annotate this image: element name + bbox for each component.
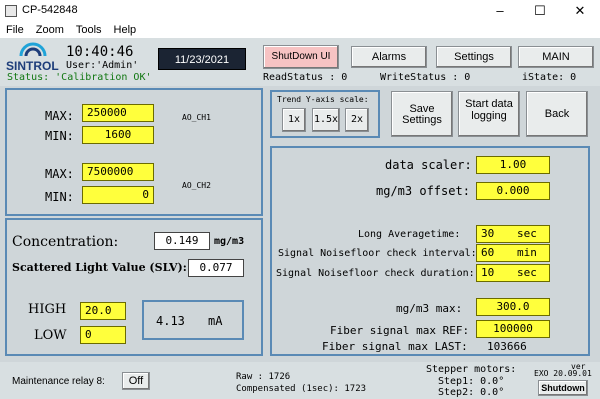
shutdown-button[interactable]: Shutdown	[538, 380, 588, 396]
data-scaler-label: data scaler:	[385, 158, 472, 172]
long-avg-input[interactable]: 30 sec	[476, 225, 550, 243]
stepper-label: Stepper motors:	[426, 364, 517, 375]
ch1-min-input[interactable]: 1600	[82, 126, 154, 144]
ch2-max-input[interactable]: 7500000	[82, 163, 154, 181]
clock: 10:40:46	[66, 44, 134, 60]
scale-1x-button[interactable]: 1x	[282, 108, 306, 132]
ch1-max-input[interactable]: 250000	[82, 104, 154, 122]
write-status: WriteStatus : 0	[380, 72, 471, 83]
menu-tools[interactable]: Tools	[76, 22, 102, 38]
ch1-max-label: MAX:	[45, 109, 74, 123]
back-button[interactable]: Back	[526, 91, 588, 137]
noise-duration-value: 10	[481, 266, 495, 279]
concentration-unit: mg/m3	[214, 236, 245, 247]
relay-toggle-button[interactable]: Off	[122, 372, 150, 390]
ch2-min-input[interactable]: 0	[82, 186, 154, 204]
concentration-value: 0.149	[154, 232, 210, 250]
mgm3-max-input[interactable]: 300.0	[476, 298, 550, 316]
noise-interval-unit: min	[517, 246, 537, 259]
menu-help[interactable]: Help	[114, 22, 137, 38]
logo-text: SINTROL	[6, 59, 59, 73]
low-label: LOW	[34, 328, 67, 343]
ma-value: 4.13	[156, 314, 185, 328]
noise-interval-value: 60	[481, 246, 495, 259]
concentration-label: Concentration:	[12, 234, 119, 250]
offset-label: mg/m3 offset:	[376, 184, 470, 198]
noise-duration-label: Signal Noisefloor check duration:	[276, 268, 475, 279]
user-label: User:'Admin'	[66, 60, 139, 71]
menu-zoom[interactable]: Zoom	[36, 22, 64, 38]
noise-interval-label: Signal Noisefloor check interval:	[278, 248, 477, 259]
fiber-ref-label: Fiber signal max REF:	[330, 324, 470, 337]
maximize-button[interactable]: ☐	[520, 0, 560, 22]
fiber-last-value: 103666	[487, 340, 527, 353]
start-logging-button[interactable]: Start data logging	[458, 91, 520, 137]
title-bar: CP-542848 – ☐ ✕	[0, 0, 600, 22]
ch1-label: AO_CH1	[182, 113, 211, 122]
noise-duration-unit: sec	[517, 266, 537, 279]
date-display: 11/23/2021	[158, 48, 246, 70]
mgm3-max-label: mg/m3 max:	[396, 302, 463, 315]
slv-value: 0.077	[188, 259, 244, 277]
trend-scale-title: Trend Y-axis scale:	[277, 95, 369, 104]
step1-value: Step1: 0.0°	[438, 376, 505, 387]
menu-bar: File Zoom Tools Help	[0, 22, 600, 38]
low-input[interactable]: 0	[80, 326, 126, 344]
fiber-last-label: Fiber signal max LAST:	[322, 340, 468, 353]
long-avg-unit: sec	[517, 227, 537, 240]
data-scaler-input[interactable]: 1.00	[476, 156, 550, 174]
ch2-min-label: MIN:	[45, 190, 74, 204]
long-avg-label: Long Averagetime:	[358, 229, 461, 240]
main-button[interactable]: MAIN	[518, 46, 594, 68]
compensated-value: Compensated (1sec): 1723	[236, 384, 367, 394]
step2-value: Step2: 0.0°	[438, 387, 505, 398]
raw-value: Raw : 1726	[236, 372, 291, 382]
version-value: EXO 20.09.01	[534, 369, 592, 378]
settings-button[interactable]: Settings	[436, 46, 512, 68]
high-input[interactable]: 20.0	[80, 302, 126, 320]
offset-input[interactable]: 0.000	[476, 182, 550, 200]
window-title: CP-542848	[22, 4, 78, 16]
ch2-max-label: MAX:	[45, 167, 74, 181]
scale-1.5x-button[interactable]: 1.5x	[312, 108, 340, 132]
ma-unit: mA	[208, 314, 223, 328]
noise-duration-input[interactable]: 10 sec	[476, 264, 550, 282]
high-label: HIGH	[28, 302, 67, 317]
istate: iState: 0	[522, 72, 577, 83]
slv-label: Scattered Light Value (SLV):	[12, 261, 187, 274]
shutdown-ui-button[interactable]: ShutDown UI	[263, 45, 339, 69]
app-icon	[5, 5, 17, 17]
long-avg-value: 30	[481, 227, 495, 240]
save-settings-button[interactable]: Save Settings	[391, 91, 453, 137]
ch2-label: AO_CH2	[182, 181, 211, 190]
read-status: ReadStatus : 0	[263, 72, 348, 83]
ch1-min-label: MIN:	[45, 129, 74, 143]
minimize-button[interactable]: –	[480, 0, 520, 22]
scale-2x-button[interactable]: 2x	[345, 108, 369, 132]
close-button[interactable]: ✕	[560, 0, 600, 22]
noise-interval-input[interactable]: 60 min	[476, 244, 550, 262]
fiber-ref-input[interactable]: 100000	[476, 320, 550, 338]
alarms-button[interactable]: Alarms	[351, 46, 427, 68]
relay-label: Maintenance relay 8:	[12, 376, 105, 387]
menu-file[interactable]: File	[6, 22, 24, 38]
status-text: Status: 'Calibration OK'	[7, 72, 152, 83]
ma-output-box: 4.13 mA	[142, 300, 244, 340]
